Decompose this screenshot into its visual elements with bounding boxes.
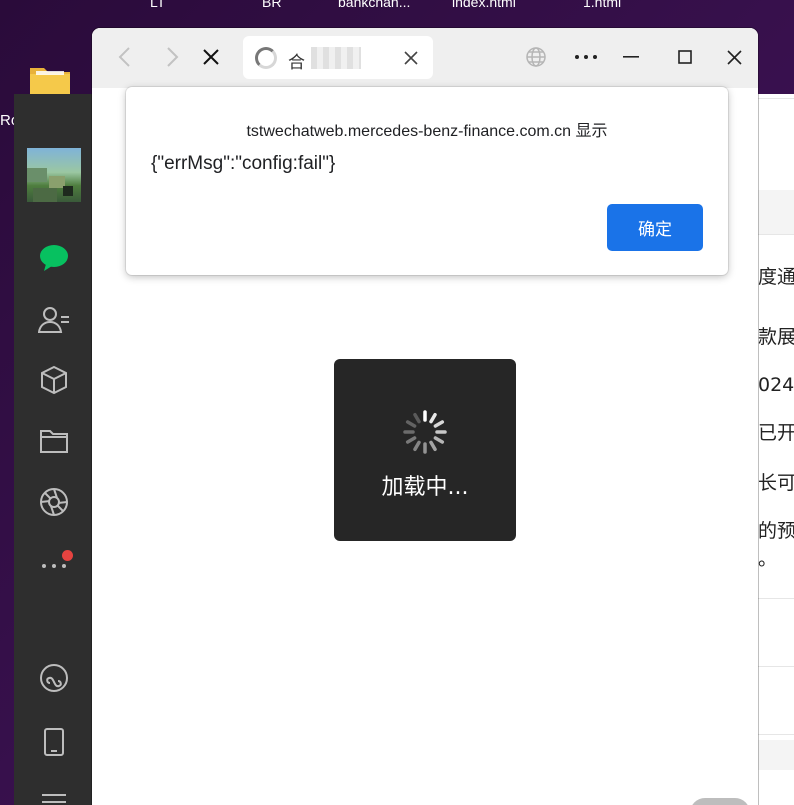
alert-dialog: tstwechatweb.mercedes-benz-finance.com.c… bbox=[126, 87, 728, 275]
article-line-6: 的预 bbox=[758, 520, 794, 542]
browser-tab[interactable]: 合 bbox=[243, 36, 433, 79]
folder-icon[interactable] bbox=[28, 62, 72, 96]
redacted-text bbox=[311, 47, 361, 69]
notification-badge bbox=[62, 550, 73, 561]
avatar[interactable] bbox=[27, 148, 81, 202]
article-line-5: 长可 bbox=[758, 472, 794, 494]
title-bar: 合 bbox=[92, 28, 758, 88]
browser-window: 合 tstwechatweb.mercedes-benz-finance.com bbox=[92, 28, 758, 805]
ok-button[interactable]: 确定 bbox=[607, 204, 703, 251]
wechat-sidebar bbox=[14, 94, 94, 805]
maximize-button[interactable] bbox=[670, 42, 700, 72]
dialog-origin: tstwechatweb.mercedes-benz-finance.com.c… bbox=[246, 123, 608, 140]
cube-icon[interactable] bbox=[34, 360, 74, 400]
back-button[interactable] bbox=[109, 42, 139, 72]
article-line-2: 款展 bbox=[758, 326, 794, 348]
desktop-label-1html[interactable]: 1.html bbox=[583, 0, 621, 8]
article-line-4: 已开 bbox=[758, 422, 794, 444]
desktop-label-index[interactable]: index.html bbox=[452, 0, 516, 8]
chat-icon[interactable] bbox=[34, 238, 74, 278]
loading-toast: 加载中... bbox=[334, 359, 516, 541]
dialog-message: {"errMsg":"config:fail"} bbox=[151, 153, 336, 174]
folder-icon[interactable] bbox=[34, 421, 74, 461]
article-line-3: 024年 bbox=[758, 374, 794, 396]
forward-button[interactable] bbox=[158, 42, 188, 72]
stop-button[interactable] bbox=[196, 42, 226, 72]
loading-spinner-icon bbox=[255, 47, 277, 69]
desktop-label-lt[interactable]: LT bbox=[150, 0, 165, 8]
more-options-icon[interactable] bbox=[571, 42, 601, 72]
loading-spinner-icon bbox=[403, 410, 447, 454]
desktop-label-bankchan[interactable]: bankchan... bbox=[338, 0, 410, 8]
desktop-label-br[interactable]: BR bbox=[262, 0, 281, 8]
phone-icon[interactable] bbox=[34, 722, 74, 762]
article-line-7: 。 bbox=[758, 548, 778, 570]
tab-title: 合 bbox=[288, 53, 305, 73]
globe-icon[interactable] bbox=[521, 42, 551, 72]
close-window-button[interactable] bbox=[719, 42, 749, 72]
aperture-icon[interactable] bbox=[34, 482, 74, 522]
article-line-1: 度通 bbox=[758, 266, 794, 288]
minimize-button[interactable] bbox=[616, 42, 646, 72]
menu-icon[interactable] bbox=[34, 782, 74, 805]
close-tab-button[interactable] bbox=[401, 48, 421, 68]
mini-program-icon[interactable] bbox=[34, 658, 74, 698]
floating-button[interactable] bbox=[690, 798, 750, 805]
loading-text: 加载中... bbox=[381, 475, 469, 500]
contacts-icon[interactable] bbox=[34, 299, 74, 339]
